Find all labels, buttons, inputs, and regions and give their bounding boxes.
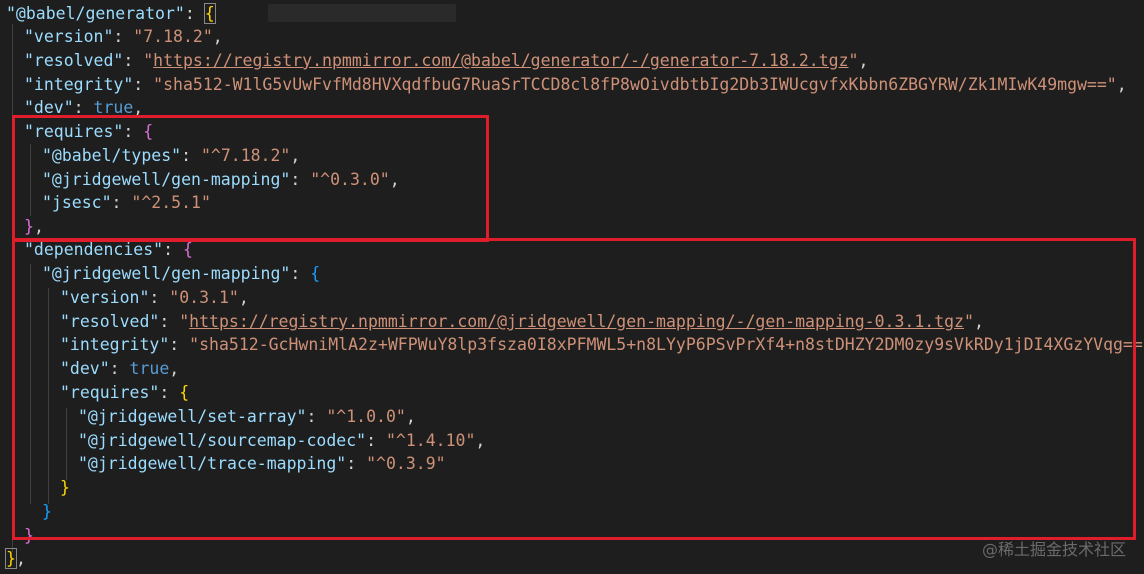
bracket: {: [203, 3, 216, 24]
watermark: @稀土掘金技术社区: [981, 540, 1126, 559]
url-link[interactable]: https://registry.npmmirror.com/@babel/ge…: [153, 51, 848, 70]
bracket: }: [5, 548, 17, 569]
code-line[interactable]: "@babel/generator": {: [6, 2, 216, 26]
code-line[interactable]: },: [5, 547, 26, 571]
json-key: "integrity": [24, 75, 134, 94]
json-string: ": [143, 51, 154, 70]
code-line[interactable]: "resolved": "https://registry.npmmirror.…: [24, 49, 868, 73]
punctuation: ,: [15, 549, 26, 568]
punctuation: ,: [212, 27, 223, 46]
code-editor[interactable]: "@babel/generator": { "version": "7.18.2…: [0, 0, 1144, 574]
code-line[interactable]: "version": "7.18.2",: [24, 25, 223, 49]
json-string: "sha512-W1lG5vUwFvfMd8HVXqdfbuG7RuaSrTCC…: [153, 75, 1117, 94]
json-string: "7.18.2": [133, 27, 213, 46]
punctuation: ,: [1116, 75, 1127, 94]
redacted-text-overlay: [268, 4, 456, 22]
punctuation: :: [133, 75, 154, 94]
json-key: "resolved": [24, 51, 124, 70]
json-key: "version": [24, 27, 114, 46]
punctuation: :: [123, 51, 144, 70]
dependencies-highlight-box: [12, 238, 1136, 540]
code-line[interactable]: "integrity": "sha512-W1lG5vUwFvfMd8HVXqd…: [24, 73, 1127, 97]
punctuation: :: [113, 27, 134, 46]
json-key: "@babel/generator": [6, 4, 185, 23]
requires-highlight-box: [12, 115, 489, 242]
json-string: ": [848, 51, 859, 70]
punctuation: :: [184, 4, 205, 23]
punctuation: ,: [858, 51, 869, 70]
